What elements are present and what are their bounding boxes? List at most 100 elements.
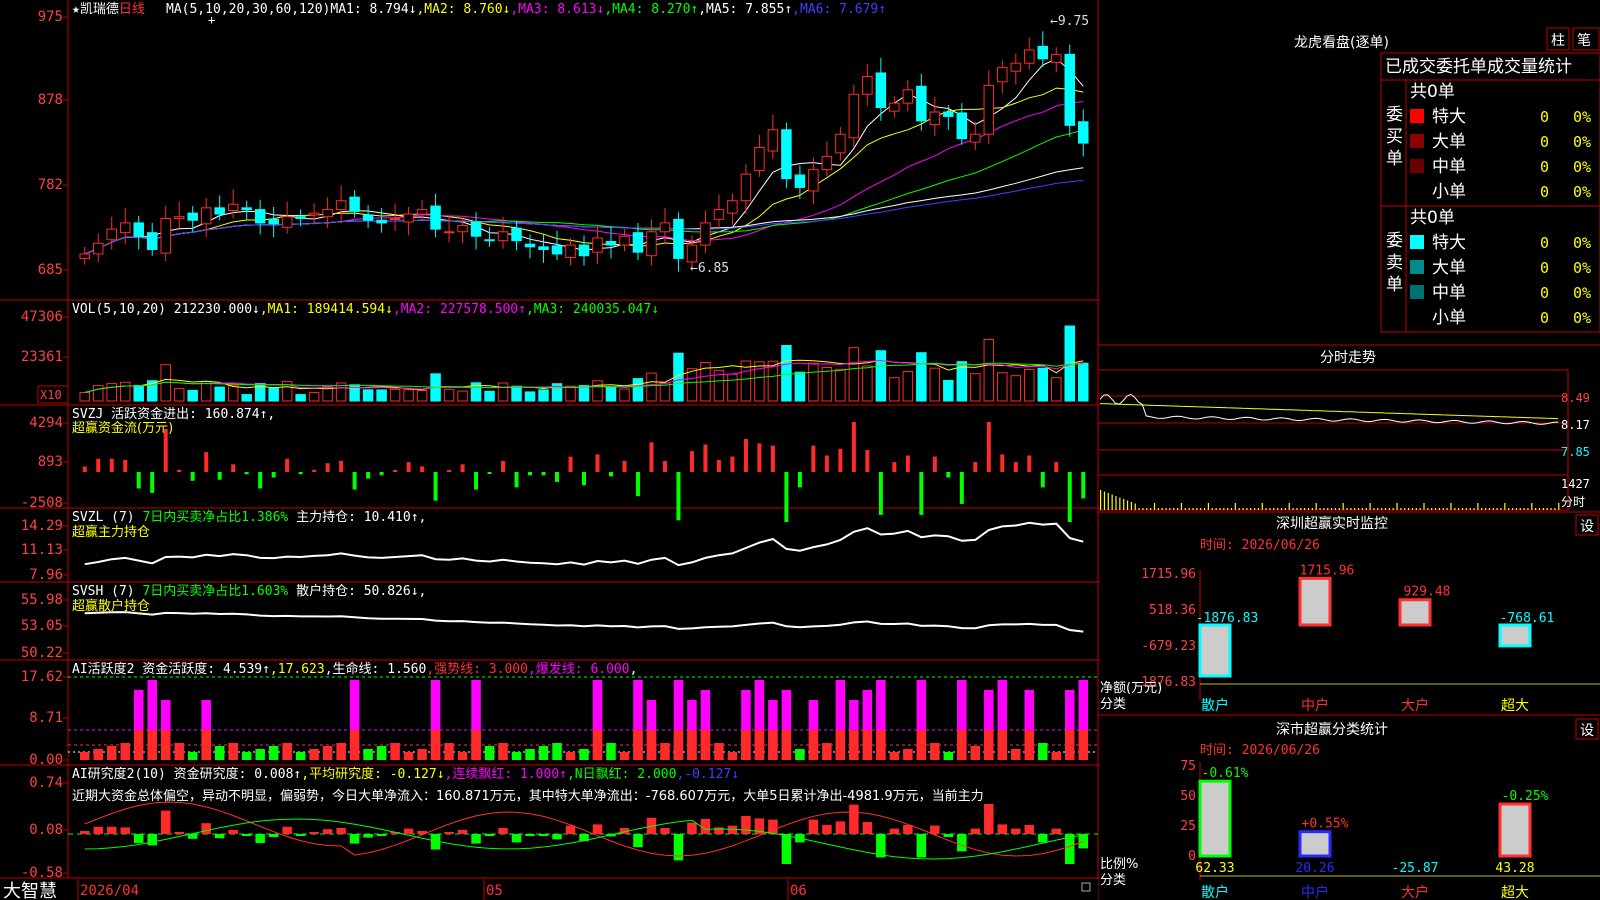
active-bar xyxy=(903,749,913,760)
fund-flow-bar xyxy=(932,456,937,472)
monitor-bar-value: -768.61 xyxy=(1500,611,1555,626)
intraday-vol-bar xyxy=(1311,508,1313,510)
sz-monitor-settings-label: 设 xyxy=(1580,519,1594,535)
active-bar xyxy=(228,743,238,760)
intraday-vol-bar xyxy=(1334,508,1337,510)
fund-flow-bar xyxy=(757,443,762,472)
lhb-row-pct: 0% xyxy=(1573,133,1591,151)
research-bar xyxy=(322,829,333,834)
legend-item: ,MA2: 8.760↓ xyxy=(416,2,510,17)
intraday-vol-bar xyxy=(1485,508,1487,510)
active-bar-base xyxy=(808,730,819,760)
legend-item: ,强势线: 3.000 xyxy=(426,661,528,677)
candle-body xyxy=(1010,62,1022,72)
active-bar-base xyxy=(673,730,684,760)
monitor-x-unit: 分类 xyxy=(1100,697,1126,712)
volume-bar xyxy=(929,367,941,402)
active-bar-base xyxy=(633,730,643,760)
fund-flow-bar xyxy=(555,472,560,482)
legend-item: , xyxy=(419,510,427,525)
monitor-category: 大户 xyxy=(1401,697,1429,714)
classify-value: 20.26 xyxy=(1295,861,1334,876)
intraday-vol-bar xyxy=(1269,508,1271,510)
active-bar xyxy=(336,743,346,760)
legend-item: ,MA4: 8.270↑ xyxy=(604,2,698,17)
active-bar-base xyxy=(862,730,873,760)
fund-flow-bar xyxy=(1027,455,1032,472)
intraday-vol-bar xyxy=(1126,500,1129,510)
research-bar xyxy=(849,804,859,834)
stock-terminal: ★凯瑞德日线 MA(5,10,20,30,60,120)MA1: 8.794↓,… xyxy=(0,0,1600,900)
volume-bar xyxy=(200,380,212,402)
candle-body xyxy=(916,85,927,122)
candle-body xyxy=(565,244,576,258)
candle-body xyxy=(187,212,198,221)
intraday-vol-bar xyxy=(1461,508,1464,510)
candle-body xyxy=(605,241,617,246)
legend-item: VOL(5,10,20) xyxy=(72,302,166,317)
candle-body xyxy=(214,207,225,215)
candle-body xyxy=(200,207,212,225)
fund-flow-bar xyxy=(703,444,708,472)
lhb-row-pct: 0% xyxy=(1573,259,1591,277)
intraday-vol-bar xyxy=(1211,508,1213,510)
vertical-char: 单 xyxy=(1386,149,1403,169)
fund-flow-bar xyxy=(541,472,546,476)
intraday-vol-bar xyxy=(1250,508,1252,510)
candle-body xyxy=(92,242,104,255)
app-logo-text[interactable]: 大智慧 xyxy=(3,881,57,900)
active-bar-base xyxy=(349,730,360,760)
date-label-apr: 2026/04 xyxy=(80,883,139,899)
candle-body xyxy=(403,213,414,223)
active-bar xyxy=(80,752,90,760)
monitor-y-tick: 518.36 xyxy=(1149,603,1196,618)
fund-flow-bar xyxy=(811,445,816,472)
intraday-vol-bar xyxy=(1200,508,1202,510)
y-tick-label: 11.13 xyxy=(21,542,63,558)
classify-y-tick: 25 xyxy=(1180,819,1196,834)
candle-body xyxy=(524,243,536,248)
intraday-vol-bar xyxy=(1292,508,1294,510)
volume-bar xyxy=(875,350,887,402)
date-bar xyxy=(0,879,1098,900)
candle-body xyxy=(970,133,981,143)
sz-classify-settings-label: 设 xyxy=(1580,723,1594,739)
research-bar xyxy=(565,825,576,834)
fund-flow-bar xyxy=(635,472,640,497)
active-bar-base xyxy=(916,730,927,760)
legend-item: ,N日飘红: 2.000 xyxy=(567,766,676,782)
fund-flow-bar xyxy=(676,472,681,521)
sz-monitor-chart: 1715.96518.36-679.23-1876.83净额(万元)分类-187… xyxy=(1100,563,1600,714)
research-bar xyxy=(80,831,90,834)
classify-change: -0.25% xyxy=(1502,789,1549,804)
intraday-volume xyxy=(1100,490,1560,510)
fund-flow-bar xyxy=(433,472,438,501)
fund-flow-bar xyxy=(622,461,627,472)
intraday-vol-bar xyxy=(1177,508,1179,510)
intraday-vol-bar xyxy=(1423,503,1425,510)
active-bar-base xyxy=(147,730,157,760)
candle-body xyxy=(497,231,509,242)
volume-bar xyxy=(565,385,576,402)
intraday-vol-bar xyxy=(1546,508,1548,510)
candle-body xyxy=(929,111,941,125)
vertical-char: 买 xyxy=(1386,127,1403,147)
intraday-vol-bar xyxy=(1273,508,1275,510)
vertical-char: 卖 xyxy=(1386,253,1403,273)
candle-body xyxy=(956,112,968,140)
volume-bar xyxy=(457,390,468,402)
intraday-vol-bar xyxy=(1369,503,1371,510)
research-bar xyxy=(984,804,994,834)
fund-flow-bar xyxy=(689,451,694,472)
volume-bar xyxy=(605,386,617,402)
fund-flow-bar xyxy=(379,472,384,476)
active-bar-base xyxy=(741,730,751,760)
volume-bar xyxy=(443,388,455,402)
volume-bar xyxy=(79,392,90,402)
active-bar xyxy=(795,749,805,760)
classify-value: 43.28 xyxy=(1495,861,1534,876)
active-bar xyxy=(106,746,117,760)
intraday-vol-bar xyxy=(1515,508,1517,510)
intraday-vol-bar xyxy=(1531,503,1533,510)
lhb-row-pct: 0% xyxy=(1573,158,1591,176)
